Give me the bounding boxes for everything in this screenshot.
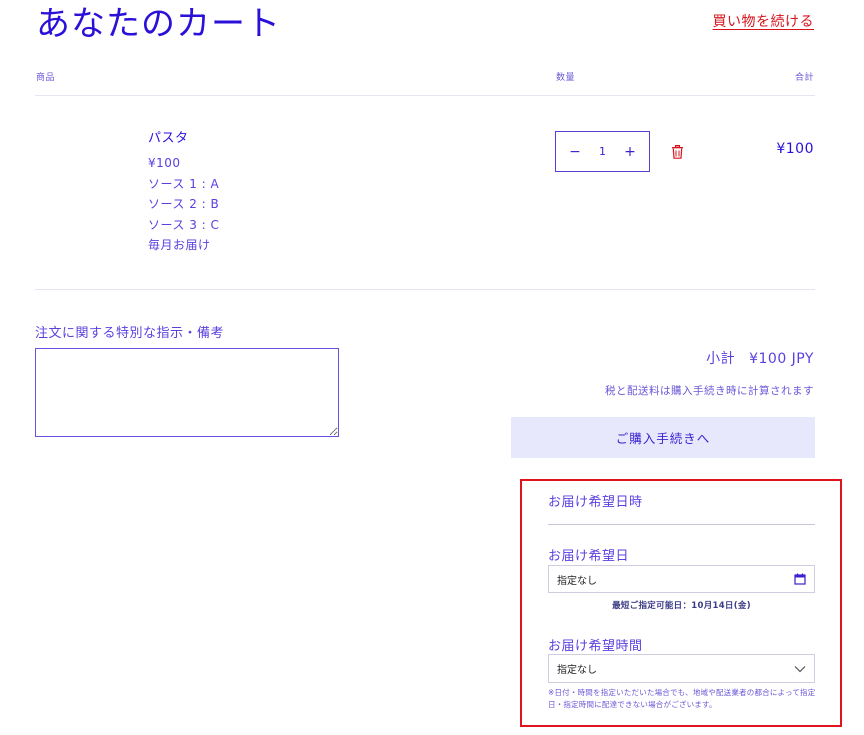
delivery-divider	[548, 524, 815, 525]
delivery-disclaimer: ※日付・時間を指定いただいた場合でも、地域や配送業者の都合によって指定日・指定時…	[548, 688, 816, 709]
quantity-increase-button[interactable]: +	[621, 145, 639, 159]
subtotal: 小計 ¥100 JPY	[706, 348, 814, 368]
delivery-title: お届け希望日時	[548, 495, 643, 510]
quantity-stepper: − 1 +	[555, 131, 650, 172]
subtotal-value: ¥100 JPY	[749, 351, 814, 367]
item-subscription: 毎月お届け	[148, 238, 211, 252]
column-header-quantity: 数量	[556, 73, 576, 83]
quantity-decrease-button[interactable]: −	[566, 145, 584, 159]
quantity-input[interactable]: 1	[599, 145, 606, 158]
page-title: あなたのカート	[36, 4, 281, 44]
delivery-date-value: 指定なし	[557, 575, 597, 587]
delivery-date-input[interactable]: 指定なし	[548, 565, 815, 593]
item-option-sauce-3: ソース 3 : C	[148, 217, 220, 232]
trash-icon[interactable]	[671, 145, 684, 159]
cart-item: パスタ ¥100 ソース 1 : A ソース 2 : B ソース 3 : C 毎…	[148, 130, 219, 256]
column-header-product: 商品	[36, 73, 56, 83]
continue-shopping-link[interactable]: 買い物を続ける	[713, 11, 815, 31]
delivery-time-value: 指定なし	[557, 665, 597, 676]
order-note-label: 注文に関する特別な指示・備考	[35, 326, 225, 341]
earliest-delivery-date: 最短ご指定可能日：10月14日(金)	[612, 601, 751, 611]
line-total: ¥100	[776, 141, 814, 157]
item-option-sauce-1: ソース 1 : A	[148, 176, 220, 191]
checkout-button[interactable]: ご購入手続きへ	[511, 417, 815, 458]
delivery-time-label: お届け希望時間	[548, 639, 643, 654]
subtotal-label: 小計	[706, 351, 736, 367]
items-divider	[35, 289, 815, 290]
column-header-total: 合計	[794, 73, 814, 83]
chevron-down-icon	[794, 665, 806, 672]
item-price: ¥100	[148, 156, 181, 170]
order-note-textarea[interactable]	[35, 348, 339, 437]
calendar-icon[interactable]	[794, 573, 806, 585]
item-name-link[interactable]: パスタ	[148, 130, 219, 148]
header-divider	[35, 95, 815, 96]
delivery-time-select[interactable]: 指定なし	[548, 654, 815, 683]
item-option-sauce-2: ソース 2 : B	[148, 197, 220, 211]
delivery-preference-panel: お届け希望日時 お届け希望日 指定なし 最短ご指定可能日：10月14日(金) お…	[520, 479, 842, 727]
delivery-date-label: お届け希望日	[548, 549, 630, 564]
tax-shipping-note: 税と配送料は購入手続き時に計算されます	[605, 385, 814, 397]
